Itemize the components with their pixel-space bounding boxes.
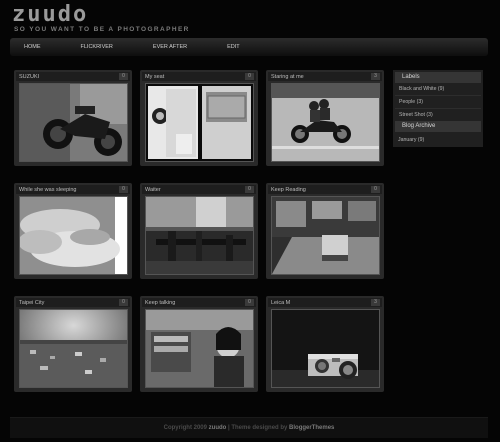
site-title[interactable]: zuudo <box>12 2 88 27</box>
post-photo[interactable] <box>271 309 380 388</box>
post-card: Staring at me 3 <box>266 70 384 166</box>
post-header: Keep talking 0 <box>142 298 256 307</box>
post-photo[interactable] <box>19 83 128 162</box>
footer-site-link[interactable]: zuudo <box>209 425 227 431</box>
post-card: Keep Reading 0 <box>266 183 384 279</box>
post-photo[interactable] <box>271 196 380 275</box>
comment-count-badge: 0 <box>245 73 254 80</box>
post-title[interactable]: Taipei City <box>19 300 44 306</box>
post-card: My seat 0 <box>140 70 258 166</box>
post-title[interactable]: My seat <box>145 74 164 80</box>
archive-link[interactable]: January (9) <box>398 137 424 143</box>
site-tagline: SO YOU WANT TO BE A PHOTOGRAPHER <box>14 26 190 33</box>
post-card: While she was sleeping 0 <box>14 183 132 279</box>
comment-count-badge: 0 <box>119 73 128 80</box>
post-header: Staring at me 3 <box>268 72 382 81</box>
comment-count-badge: 0 <box>119 186 128 193</box>
post-card: Taipei City 0 <box>14 296 132 392</box>
post-title[interactable]: Staring at me <box>271 74 304 80</box>
sidebar: Labels Black and White (9) People (3) St… <box>393 70 483 147</box>
label-link[interactable]: Street Shot (3) <box>399 112 433 118</box>
post-title[interactable]: Keep Reading <box>271 187 306 193</box>
divider <box>395 108 481 109</box>
post-card: SUZUKI 0 <box>14 70 132 166</box>
post-photo[interactable] <box>19 309 128 388</box>
nav-edit[interactable]: EDIT <box>227 44 268 50</box>
footer-credit: | Theme designed by <box>228 425 288 431</box>
post-header: Leica M 3 <box>268 298 382 307</box>
archive-heading: Blog Archive <box>395 121 481 132</box>
post-card: Leica M 3 <box>266 296 384 392</box>
footer: Copyright 2009 zuudo | Theme designed by… <box>10 417 488 438</box>
post-card: Waiter 0 <box>140 183 258 279</box>
post-title[interactable]: SUZUKI <box>19 74 39 80</box>
comment-count-badge: 0 <box>245 299 254 306</box>
labels-heading: Labels <box>395 72 481 83</box>
label-link[interactable]: People (3) <box>399 99 423 105</box>
footer-copyright: Copyright 2009 <box>163 425 207 431</box>
post-card: Keep talking 0 <box>140 296 258 392</box>
post-photo[interactable] <box>145 196 254 275</box>
divider <box>395 95 481 96</box>
nav-flickriver[interactable]: FLICKRIVER <box>81 44 141 50</box>
post-title[interactable]: Waiter <box>145 187 161 193</box>
nav-ever-after[interactable]: EVER AFTER <box>153 44 215 50</box>
post-header: While she was sleeping 0 <box>16 185 130 194</box>
comment-count-badge: 3 <box>371 299 380 306</box>
post-header: My seat 0 <box>142 72 256 81</box>
post-title[interactable]: Leica M <box>271 300 290 306</box>
post-photo[interactable] <box>19 196 128 275</box>
post-photo[interactable] <box>145 83 254 162</box>
comment-count-badge: 0 <box>371 186 380 193</box>
post-header: Keep Reading 0 <box>268 185 382 194</box>
comment-count-badge: 0 <box>245 186 254 193</box>
post-header: Waiter 0 <box>142 185 256 194</box>
main-nav: HOME FLICKRIVER EVER AFTER EDIT <box>10 38 488 56</box>
post-photo[interactable] <box>145 309 254 388</box>
post-title[interactable]: While she was sleeping <box>19 187 76 193</box>
post-photo[interactable] <box>271 83 380 162</box>
comment-count-badge: 0 <box>119 299 128 306</box>
post-header: SUZUKI 0 <box>16 72 130 81</box>
post-header: Taipei City 0 <box>16 298 130 307</box>
label-link[interactable]: Black and White (9) <box>399 86 444 92</box>
comment-count-badge: 3 <box>371 73 380 80</box>
footer-designer-link[interactable]: BloggerThemes <box>289 425 334 431</box>
post-title[interactable]: Keep talking <box>145 300 175 306</box>
nav-home[interactable]: HOME <box>24 44 69 50</box>
